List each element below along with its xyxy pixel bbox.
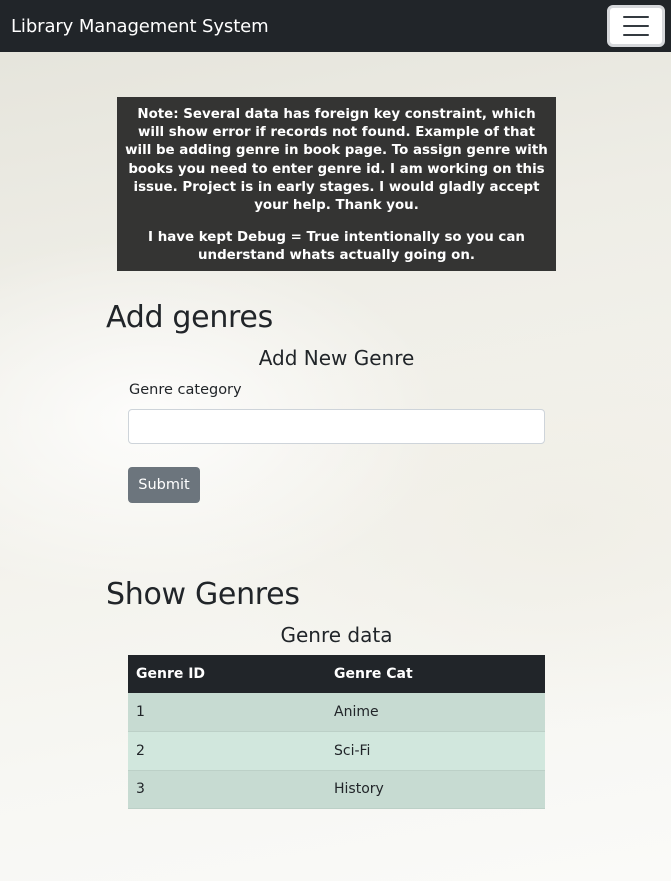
genre-id-cell: 1 [136,704,145,720]
table-row: 1 Anime [128,693,545,732]
genre-data-title: Genre data [280,623,393,647]
brand-link[interactable]: Library Management System [11,16,269,37]
note-paragraph: Note: Several data has foreign key const… [125,107,548,214]
genre-category-label: Genre category [129,382,242,398]
hamburger-icon-bar [623,34,649,36]
add-new-genre-title: Add New Genre [258,346,415,370]
genre-table: Genre ID Genre Cat 1 Anime 2 Sci-Fi 3 Hi… [128,655,545,809]
show-genres-heading: Show Genres [106,577,300,612]
table-row: 2 Sci-Fi [128,731,545,770]
add-genres-heading: Add genres [106,300,273,335]
table-row: 3 History [128,770,545,809]
column-header: Genre Cat [334,666,413,682]
note-paragraph: I have kept Debug = True intentionally s… [148,230,525,264]
genre-id-cell: 3 [136,781,145,798]
column-header: Genre ID [136,666,206,682]
genre-category-input[interactable] [128,409,545,444]
table-header-row: Genre ID Genre Cat [128,655,545,693]
hamburger-icon-bar [623,25,649,27]
genre-cat-cell: Sci-Fi [334,742,371,759]
navbar: Library Management System [0,0,671,52]
genre-cat-cell: History [334,781,384,798]
hamburger-icon-bar [623,16,649,18]
submit-button[interactable]: Submit [128,467,200,503]
menu-toggle-button[interactable] [607,5,665,47]
genre-cat-cell: Anime [334,704,379,720]
genre-id-cell: 2 [136,742,145,759]
note-box: Note: Several data has foreign key const… [117,97,556,271]
